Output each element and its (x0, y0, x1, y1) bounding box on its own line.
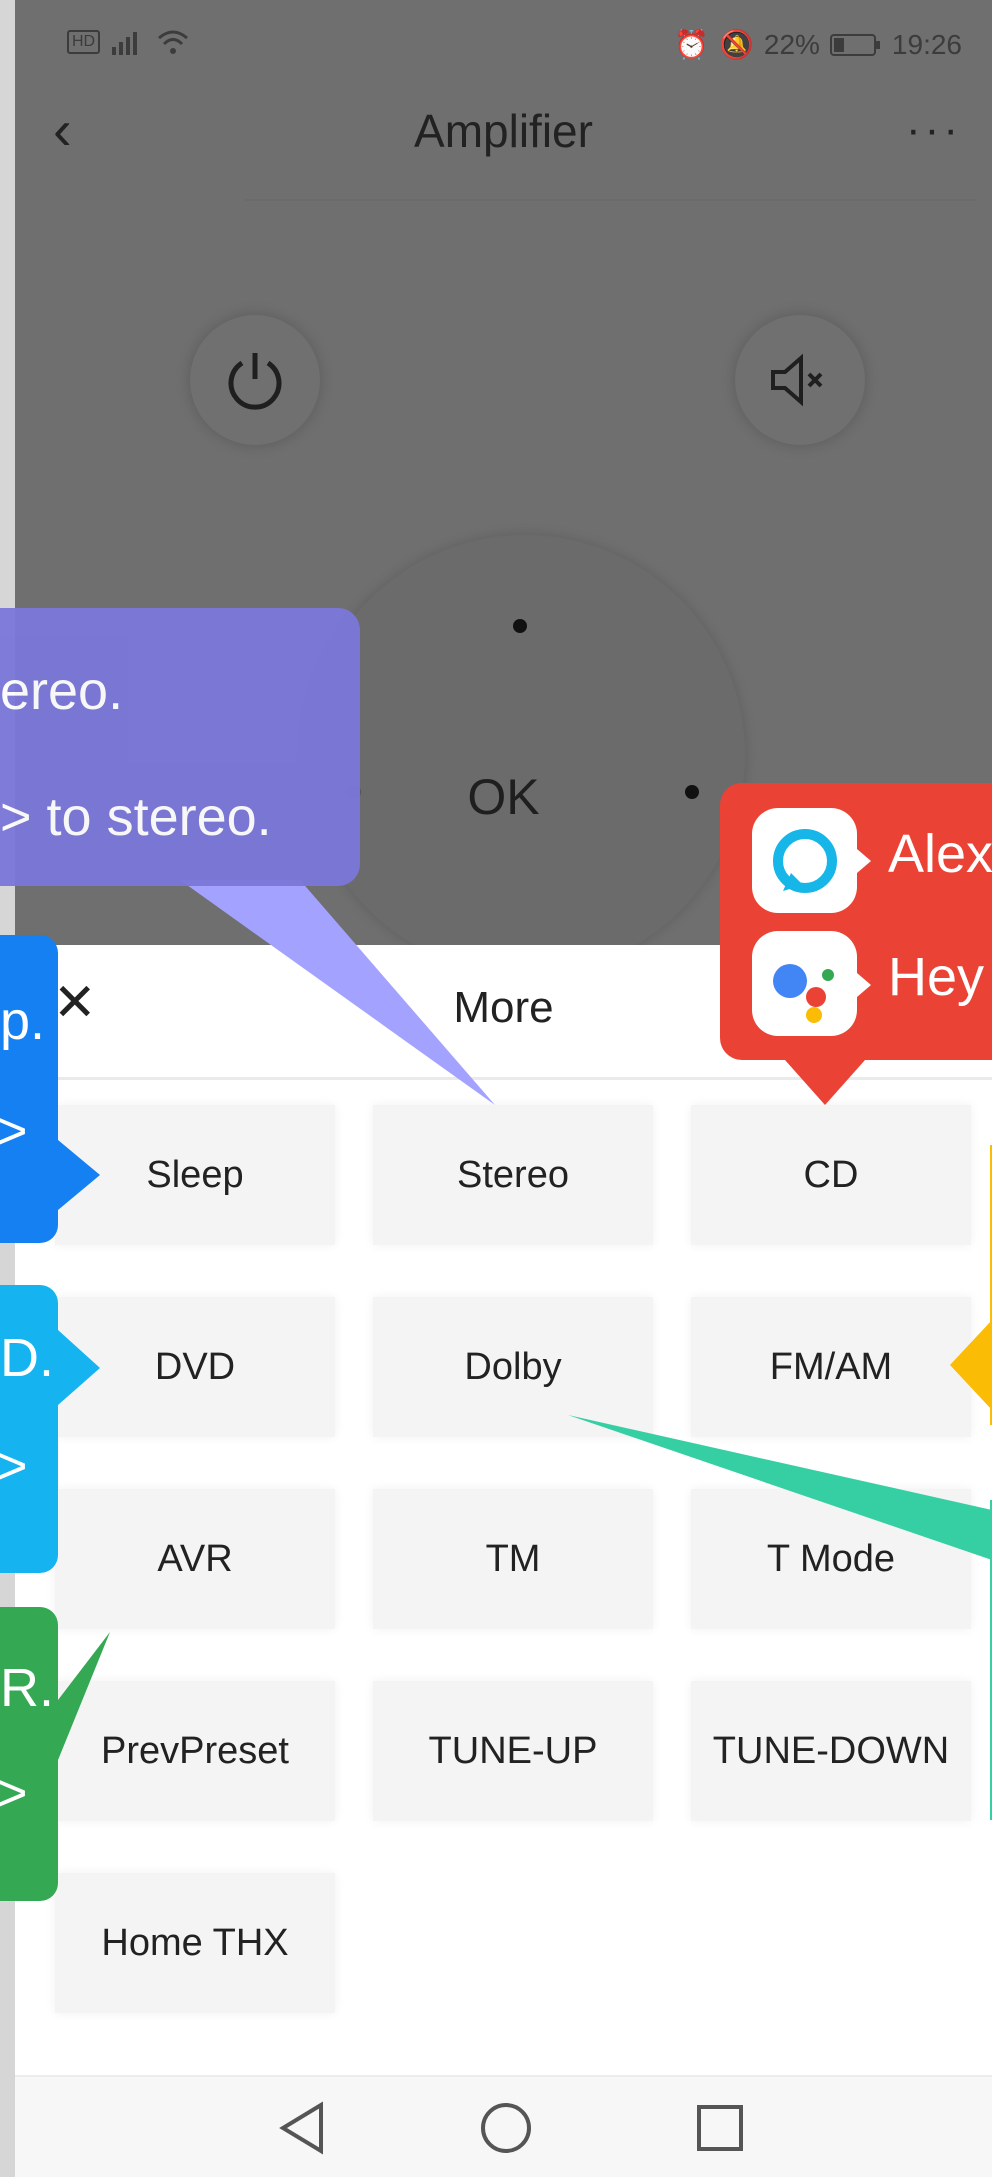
dolby-callout-pointer (568, 1415, 992, 1560)
fm-callout-pointer (950, 1320, 992, 1410)
google-arrow (857, 973, 871, 997)
sleep-callout: p. > (0, 935, 58, 1243)
stereo-callout-pointer (180, 880, 495, 1105)
sleep-callout-pointer (58, 1140, 100, 1210)
alexa-icon (752, 808, 857, 913)
avr-callout-pointer (58, 1632, 110, 1760)
dvd-callout: D. > (0, 1285, 58, 1573)
alexa-arrow (857, 849, 871, 873)
sleep-callout-line2: > (0, 1101, 28, 1161)
dvd-callout-line1: D. (0, 1328, 54, 1388)
stereo-callout-line1: ereo. (0, 661, 124, 721)
avr-callout-line2: > (0, 1763, 28, 1823)
dvd-callout-pointer (58, 1330, 100, 1405)
sleep-callout-line1: p. (0, 991, 46, 1051)
stereo-callout: ereo. > to stereo. (0, 608, 360, 886)
alexa-callout-text: Alex (888, 824, 992, 884)
assistant-callout: Alex Hey (720, 783, 992, 1060)
google-assistant-icon (752, 931, 857, 1036)
assistant-callout-pointer (785, 1060, 865, 1105)
dvd-callout-line2: > (0, 1436, 28, 1496)
stereo-callout-line2: > to stereo. (0, 787, 272, 847)
callout-pointers (58, 880, 992, 1760)
google-callout-text: Hey (888, 947, 985, 1007)
avr-callout-line1: R. (0, 1658, 54, 1718)
avr-callout: R. > (0, 1607, 58, 1901)
